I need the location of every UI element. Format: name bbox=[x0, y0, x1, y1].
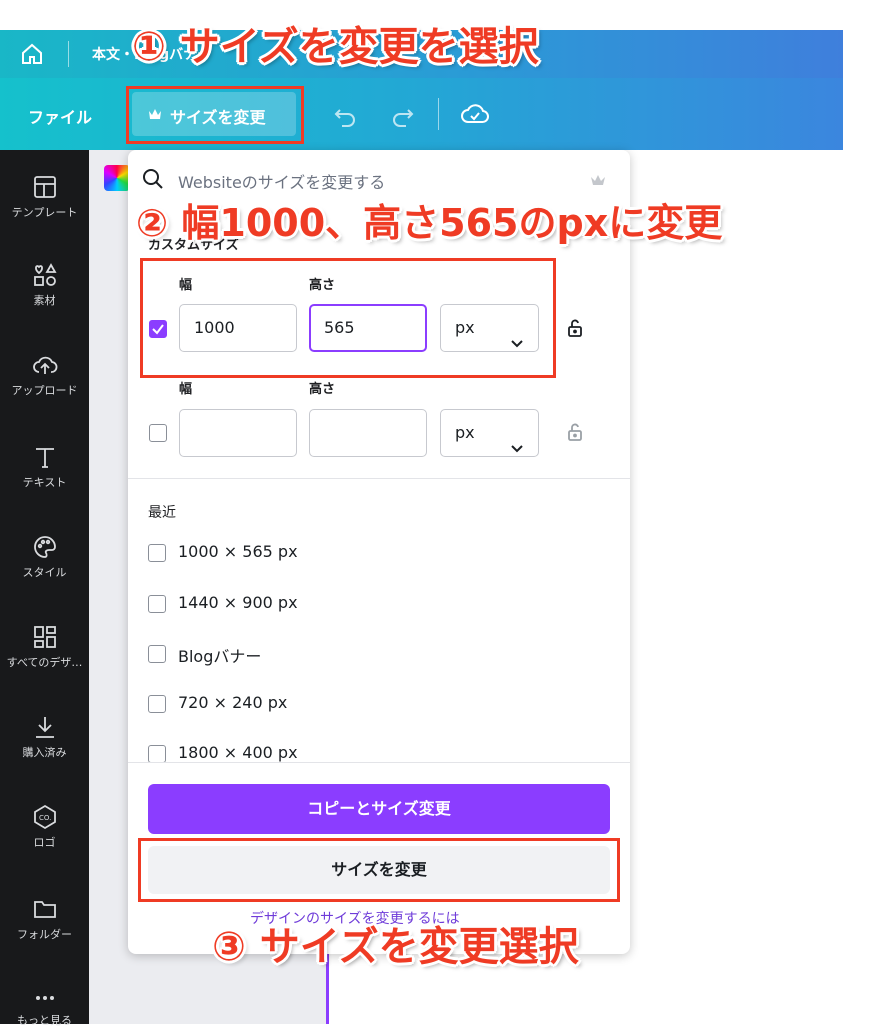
sidebar-label: アップロード bbox=[11, 384, 78, 397]
elements-icon bbox=[32, 262, 58, 288]
search-input[interactable]: Websiteのサイズを変更する bbox=[178, 169, 578, 193]
search-icon bbox=[142, 168, 164, 190]
recent-checkbox[interactable] bbox=[148, 645, 166, 663]
color-swatch[interactable] bbox=[104, 165, 130, 191]
height-field[interactable] bbox=[309, 409, 427, 457]
sidebar-label: テキスト bbox=[22, 476, 67, 489]
width-field[interactable] bbox=[179, 409, 297, 457]
size-checkbox[interactable] bbox=[149, 424, 167, 442]
recent-label: 最近 bbox=[148, 505, 176, 521]
sidebar: テンプレート 素材 アップロード テキスト スタイル すべてのデザ… 購入済み … bbox=[0, 150, 89, 1027]
height-label: 高さ bbox=[309, 382, 336, 397]
annotation-step3: ③ サイズを変更選択 bbox=[212, 924, 579, 970]
sidebar-item-templates[interactable]: テンプレート bbox=[0, 174, 89, 220]
sidebar-label: フォルダー bbox=[17, 928, 72, 941]
width-label: 幅 bbox=[179, 382, 193, 397]
upload-icon bbox=[32, 352, 58, 378]
divider bbox=[128, 478, 630, 479]
recent-item-label: 720 × 240 px bbox=[178, 693, 288, 712]
annotation-box-resize-button bbox=[126, 86, 304, 144]
more-icon bbox=[32, 988, 58, 1008]
sidebar-label: すべてのデザ… bbox=[6, 656, 83, 669]
crown-icon bbox=[590, 172, 606, 186]
recent-item-label: Blogバナー bbox=[178, 647, 262, 666]
home-icon[interactable] bbox=[20, 42, 44, 66]
unit-value: px bbox=[455, 423, 475, 442]
divider bbox=[68, 41, 69, 67]
undo-icon[interactable] bbox=[332, 102, 358, 128]
sidebar-item-folders[interactable]: フォルダー bbox=[0, 896, 89, 942]
sidebar-item-elements[interactable]: 素材 bbox=[0, 262, 89, 308]
recent-checkbox[interactable] bbox=[148, 745, 166, 763]
unit-select[interactable]: px bbox=[440, 409, 539, 457]
annotation-box-size-fields bbox=[140, 258, 556, 378]
recent-item[interactable]: 1000 × 565 px bbox=[148, 542, 548, 564]
chevron-down-icon bbox=[510, 427, 524, 453]
recent-checkbox[interactable] bbox=[148, 595, 166, 613]
file-menu[interactable]: ファイル bbox=[28, 104, 92, 128]
sidebar-item-text[interactable]: テキスト bbox=[0, 444, 89, 490]
recent-item-label: 1440 × 900 px bbox=[178, 593, 298, 612]
sidebar-item-styles[interactable]: スタイル bbox=[0, 534, 89, 580]
annotation-step1: ① サイズを変更を選択 bbox=[132, 24, 539, 70]
text-icon bbox=[32, 444, 58, 470]
redo-icon[interactable] bbox=[390, 102, 416, 128]
grid-icon bbox=[32, 624, 58, 650]
sidebar-label: スタイル bbox=[22, 566, 67, 579]
copy-and-resize-button[interactable]: コピーとサイズ変更 bbox=[148, 784, 610, 834]
svg-text:CO.: CO. bbox=[39, 814, 51, 822]
annotation-box-confirm-button bbox=[138, 838, 620, 902]
recent-item[interactable]: Blogバナー bbox=[148, 643, 548, 666]
template-icon bbox=[32, 174, 58, 200]
recent-item-label: 1800 × 400 px bbox=[178, 743, 298, 762]
recent-checkbox[interactable] bbox=[148, 695, 166, 713]
lock-open-icon[interactable] bbox=[566, 422, 584, 442]
sidebar-item-more[interactable]: もっと見る bbox=[0, 988, 89, 1028]
recent-item[interactable]: 1440 × 900 px bbox=[148, 593, 548, 615]
annotation-step2: ② 幅1000、高さ565のpxに変更 bbox=[136, 201, 723, 245]
recent-item[interactable]: 720 × 240 px bbox=[148, 693, 548, 715]
palette-icon bbox=[32, 534, 58, 560]
download-icon bbox=[32, 714, 58, 740]
sidebar-item-all-designs[interactable]: すべてのデザ… bbox=[0, 624, 89, 670]
sidebar-item-uploads[interactable]: アップロード bbox=[0, 352, 89, 398]
sidebar-label: 購入済み bbox=[22, 746, 67, 759]
recent-item-label: 1000 × 565 px bbox=[178, 542, 298, 561]
lock-open-icon[interactable] bbox=[566, 318, 584, 338]
logo-icon: CO. bbox=[32, 804, 58, 830]
divider bbox=[438, 98, 439, 130]
folder-icon bbox=[32, 896, 58, 922]
cloud-check-icon[interactable] bbox=[460, 100, 490, 128]
sidebar-label: テンプレート bbox=[11, 206, 78, 219]
sidebar-label: ロゴ bbox=[33, 836, 56, 849]
sidebar-label: 素材 bbox=[33, 294, 56, 307]
divider bbox=[128, 762, 630, 763]
sidebar-item-purchased[interactable]: 購入済み bbox=[0, 714, 89, 760]
sidebar-label: もっと見る bbox=[17, 1014, 72, 1027]
sidebar-item-logos[interactable]: CO. ロゴ bbox=[0, 804, 89, 850]
recent-checkbox[interactable] bbox=[148, 544, 166, 562]
